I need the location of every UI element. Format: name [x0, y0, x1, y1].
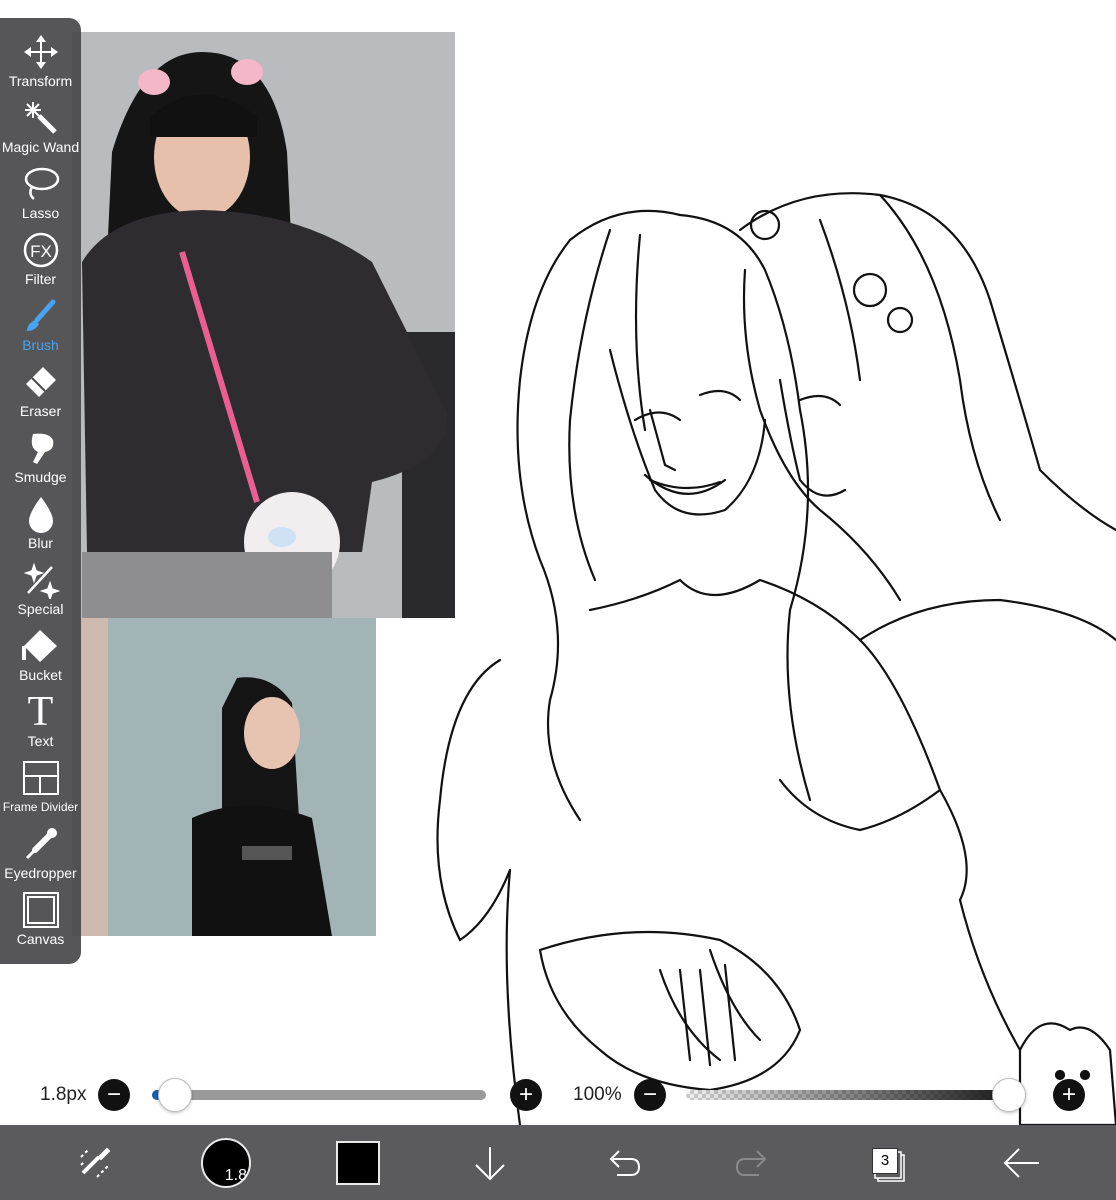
redo-button[interactable] — [732, 1125, 776, 1200]
opacity-increase-button[interactable]: + — [1053, 1079, 1085, 1111]
eyedropper-icon — [21, 824, 61, 864]
brush-size-slider[interactable] — [152, 1090, 486, 1100]
text-icon: T — [21, 689, 61, 735]
frame-divider-icon — [21, 758, 61, 798]
layers-icon: 3 — [866, 1143, 906, 1183]
eraser-icon — [21, 362, 61, 402]
brush-size-value: 1.8px — [40, 1084, 87, 1105]
tool-label: Frame Divider — [2, 800, 79, 814]
size-decrease-button[interactable]: − — [98, 1079, 130, 1111]
tool-filter[interactable]: FX Filter — [0, 230, 81, 296]
tool-brush[interactable]: Brush — [0, 296, 81, 362]
tool-label: Brush — [22, 337, 59, 353]
tool-label: Eyedropper — [4, 865, 77, 881]
brush-size-text: 1.8 — [224, 1166, 247, 1184]
selection-transform-button[interactable] — [70, 1125, 120, 1200]
tool-magic-wand[interactable]: Magic Wand — [0, 98, 81, 164]
back-button[interactable] — [998, 1125, 1044, 1200]
tool-blur[interactable]: Blur — [0, 494, 81, 560]
tool-label: Text — [27, 733, 54, 749]
brush-opacity-slider[interactable] — [686, 1090, 1026, 1100]
tool-special[interactable]: Special — [0, 560, 81, 626]
blur-drop-icon — [21, 494, 61, 534]
tool-label: Blur — [28, 535, 53, 551]
download-arrow-icon — [475, 1146, 505, 1180]
tool-smudge[interactable]: Smudge — [0, 428, 81, 494]
download-button[interactable] — [468, 1125, 512, 1200]
lasso-icon — [21, 164, 61, 204]
tool-frame-divider[interactable]: Frame Divider — [0, 758, 81, 824]
tool-panel: Transform Magic Wand Lasso FX Filter Bru… — [0, 18, 81, 964]
opacity-decrease-button[interactable]: − — [634, 1079, 666, 1111]
magic-wand-icon — [21, 98, 61, 138]
tool-label: Bucket — [19, 667, 62, 683]
special-sparkle-icon — [21, 560, 61, 600]
tool-label: Lasso — [21, 205, 60, 221]
color-swatch-icon — [336, 1140, 380, 1185]
tool-label: Transform — [8, 73, 73, 89]
brush-size-icon: 1.8 — [201, 1137, 251, 1188]
filter-fx-icon: FX — [21, 230, 61, 270]
layer-count: 3 — [872, 1147, 898, 1174]
undo-button[interactable] — [600, 1125, 644, 1200]
tool-eyedropper[interactable]: Eyedropper — [0, 824, 81, 890]
tool-label: Smudge — [14, 469, 67, 485]
reference-photo-bottom — [72, 618, 376, 936]
undo-icon — [609, 1149, 641, 1176]
tool-lasso[interactable]: Lasso — [0, 164, 81, 230]
size-increase-button[interactable]: + — [510, 1079, 542, 1111]
transform-icon — [21, 32, 61, 72]
tool-eraser[interactable]: Eraser — [0, 362, 81, 428]
tool-text[interactable]: T Text — [0, 689, 81, 758]
tool-label: Filter — [24, 271, 57, 287]
brush-opacity-value: 100% — [573, 1084, 622, 1105]
bucket-icon — [21, 626, 61, 666]
filter-fx-text: FX — [30, 242, 52, 261]
back-arrow-icon — [1003, 1147, 1039, 1178]
smudge-icon — [21, 428, 61, 468]
brush-slider-row: 1.8px − + 100% − + — [0, 1072, 1116, 1118]
tool-label: Magic Wand — [1, 139, 80, 155]
selection-transform-icon — [80, 1147, 111, 1178]
brush-size-knob[interactable] — [158, 1078, 192, 1112]
line-art-sketch — [380, 180, 1116, 1125]
tool-label: Special — [17, 601, 64, 617]
canvas-icon — [21, 890, 61, 930]
layers-button[interactable]: 3 — [864, 1125, 908, 1200]
text-icon-glyph: T — [27, 689, 54, 735]
bottom-toolbar: 1.8 3 — [0, 1125, 1116, 1200]
tool-transform[interactable]: Transform — [0, 32, 81, 98]
color-swatch-button[interactable] — [334, 1125, 382, 1200]
tool-label: Eraser — [19, 403, 62, 419]
brush-opacity-knob[interactable] — [992, 1078, 1026, 1112]
tool-label: Canvas — [16, 931, 65, 947]
brush-icon — [21, 296, 61, 336]
brush-size-button[interactable]: 1.8 — [198, 1125, 254, 1200]
drawing-canvas[interactable] — [0, 0, 1116, 1125]
tool-canvas[interactable]: Canvas — [0, 890, 81, 956]
redo-icon — [735, 1149, 767, 1176]
tool-bucket[interactable]: Bucket — [0, 626, 81, 692]
